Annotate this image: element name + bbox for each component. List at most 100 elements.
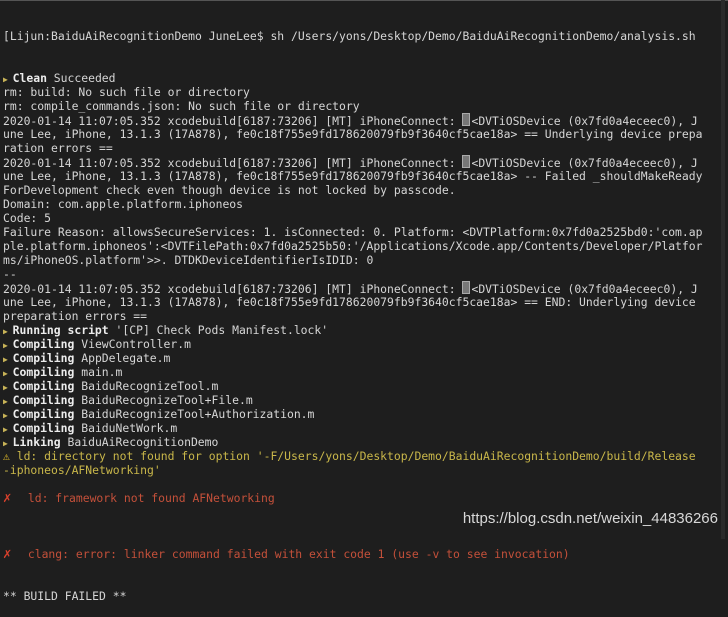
step-text: BaiduNetWork.m [74,421,178,435]
output-line: ▶ Compiling BaiduRecognizeTool+Authoriza… [3,407,715,421]
output-line: ✗ ld: framework not found AFNetworking [3,491,715,505]
output-line: rm: build: No such file or directory [3,85,715,99]
step-label: Compiling [12,393,75,407]
output-line: ▶ Compiling main.m [3,365,715,379]
step-label: Compiling [12,379,75,393]
scrollbar[interactable] [721,0,725,539]
triangle-right-icon: ▶ [3,327,13,336]
triangle-right-icon: ▶ [3,369,13,378]
log-prefix: 2020-01-14 11:07:05.352 xcodebuild[6187:… [3,114,463,128]
iphone-icon [462,113,471,126]
step-label: Compiling [12,421,75,435]
log-text: une Lee, iPhone, 13.1.3 (17A878), fe0c18… [3,127,703,141]
iphone-icon [462,155,471,168]
triangle-right-icon: ▶ [3,383,13,392]
output-line: ▶ Compiling BaiduNetWork.m [3,421,715,435]
triangle-right-icon: ▶ [3,355,13,364]
step-text: ViewController.m [74,337,191,351]
log-text: <DVTiOSDevice (0x7fd0a4eceec0), J [471,114,698,128]
triangle-right-icon: ▶ [3,439,13,448]
step-label: Compiling [12,365,75,379]
output-line: ple.platform.iphoneos':<DVTFilePath:0x7f… [3,239,715,253]
output-line: Domain: com.apple.platform.iphoneos [3,197,715,211]
error-text: clang: error: linker command failed with… [27,547,570,561]
output-line: 2020-01-14 11:07:05.352 xcodebuild[6187:… [3,113,715,128]
output-line: 2020-01-14 11:07:05.352 xcodebuild[6187:… [3,281,715,296]
log-text: Failure Reason: allowsSecureServices: 1.… [3,225,703,239]
triangle-right-icon: ▶ [3,341,13,350]
output-line: ✗ clang: error: linker command failed wi… [3,547,715,561]
output-line: Code: 5 [3,211,715,225]
output-line: ▶ Clean Succeeded [3,71,715,85]
log-prefix: 2020-01-14 11:07:05.352 xcodebuild[6187:… [3,156,463,170]
output-line: -iphoneos/AFNetworking' [3,463,715,477]
output-line: ration errors == [3,141,715,155]
step-label: Clean [12,71,47,85]
output-line: une Lee, iPhone, 13.1.3 (17A878), fe0c18… [3,169,715,183]
log-text: Code: 5 [3,211,52,225]
step-label: Running script [12,323,109,337]
output-line: Failure Reason: allowsSecureServices: 1.… [3,225,715,239]
step-text: AppDelegate.m [74,351,171,365]
output-line: preparation errors == [3,309,715,323]
output-line: ▶ Compiling ViewController.m [3,337,715,351]
prompt-command: Lijun:BaiduAiRecognitionDemo JuneLee$ sh… [9,29,696,43]
step-label: Compiling [12,351,75,365]
step-text: main.m [74,365,123,379]
output-line: ▶ Compiling BaiduRecognizeTool+File.m [3,393,715,407]
error-text: ld: framework not found AFNetworking [27,491,275,505]
log-text: -- [3,267,17,281]
output-line: ** BUILD FAILED ** [3,589,715,603]
log-text: ration errors == [3,141,113,155]
output-line: ⚠ ld: directory not found for option '-F… [3,449,715,463]
output-line: ▶ Compiling AppDelegate.m [3,351,715,365]
log-prefix: 2020-01-14 11:07:05.352 xcodebuild[6187:… [3,282,463,296]
log-text: <DVTiOSDevice (0x7fd0a4eceec0), J [471,282,698,296]
step-label: Linking [12,435,61,449]
iphone-icon [462,281,471,294]
triangle-right-icon: ▶ [3,411,13,420]
triangle-right-icon: ▶ [3,397,13,406]
x-mark-icon: ✗ [3,546,20,562]
log-text: ple.platform.iphoneos':<DVTFilePath:0x7f… [3,239,703,253]
log-text: ForDevelopment check even though device … [3,183,456,197]
output-line: une Lee, iPhone, 13.1.3 (17A878), fe0c18… [3,127,715,141]
triangle-right-icon: ▶ [3,75,13,84]
log-text: preparation errors == [3,309,148,323]
output-line: -- [3,267,715,281]
output-line: ms/iPhoneOS.platform'>>. DTDKDeviceIdent… [3,253,715,267]
output-line: ForDevelopment check even though device … [3,183,715,197]
log-text: ms/iPhoneOS.platform'>>. DTDKDeviceIdent… [3,253,374,267]
step-text: BaiduRecognizeTool.m [74,379,219,393]
output-line: ▶ Compiling BaiduRecognizeTool.m [3,379,715,393]
warning-text: ld: directory not found for option '-F/U… [9,449,696,463]
output-line: ▶ Linking BaiduAiRecognitionDemo [3,435,715,449]
warning-text: -iphoneos/AFNetworking' [3,463,161,477]
step-label: Compiling [12,337,75,351]
log-text: ** BUILD FAILED ** [3,589,127,603]
output-line: rm: compile_commands.json: No such file … [3,99,715,113]
step-text: Succeeded [46,71,116,85]
step-text: BaiduRecognizeTool+Authorization.m [74,407,315,421]
step-text: BaiduAiRecognitionDemo [60,435,219,449]
triangle-right-icon: ▶ [3,425,13,434]
log-text: <DVTiOSDevice (0x7fd0a4eceec0), J [471,156,698,170]
output-line: une Lee, iPhone, 13.1.3 (17A878), fe0c18… [3,295,715,309]
prompt-line: [Lijun:BaiduAiRecognitionDemo JuneLee$ s… [3,29,696,43]
step-label: Compiling [12,407,75,421]
warning-icon: ⚠ [3,449,10,463]
log-text: Domain: com.apple.platform.iphoneos [3,197,244,211]
step-text: '[CP] Check Pods Manifest.lock' [108,323,329,337]
step-text: BaiduRecognizeTool+File.m [74,393,253,407]
output-line: 2020-01-14 11:07:05.352 xcodebuild[6187:… [3,155,715,170]
x-mark-icon: ✗ [3,490,20,506]
log-text: une Lee, iPhone, 13.1.3 (17A878), fe0c18… [3,169,703,183]
log-text: une Lee, iPhone, 13.1.3 (17A878), fe0c18… [3,295,696,309]
log-text: rm: build: No such file or directory [3,85,250,99]
output-line: ▶ Running script '[CP] Check Pods Manife… [3,323,715,337]
log-text: rm: compile_commands.json: No such file … [3,99,360,113]
